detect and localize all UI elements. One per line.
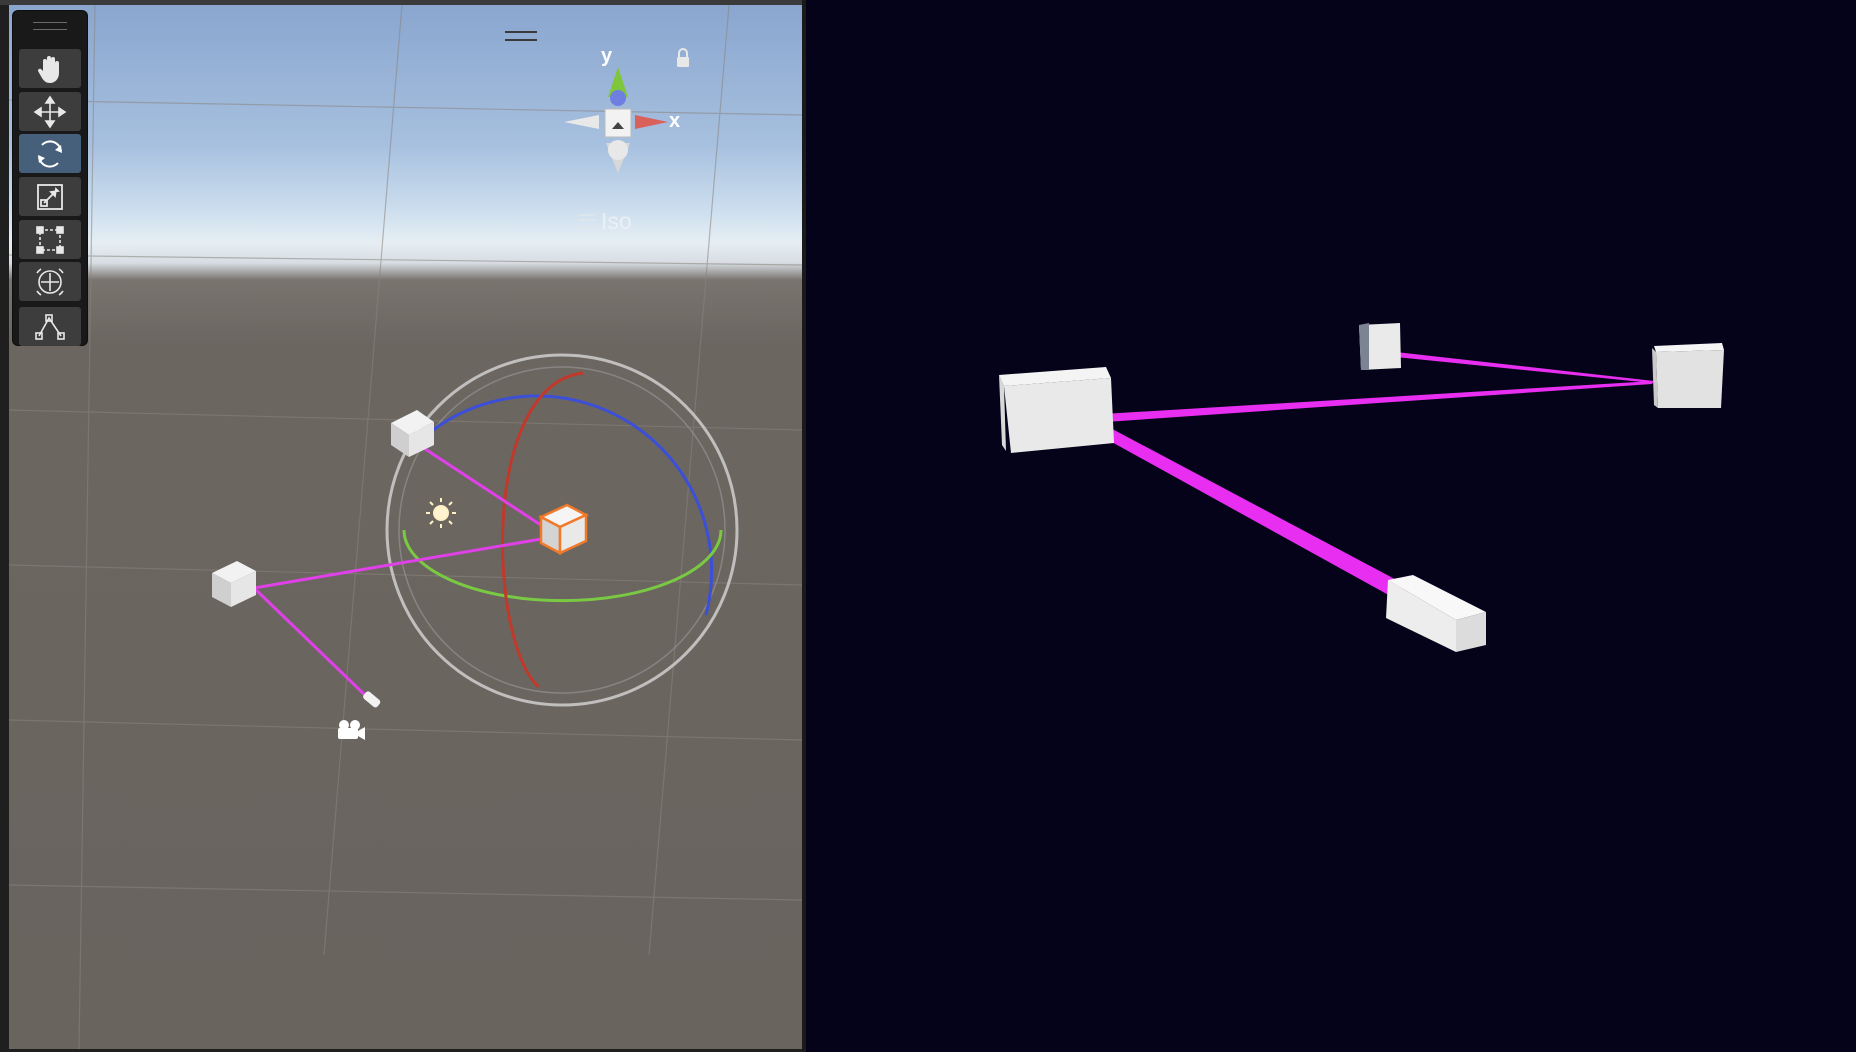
custom-tool-button[interactable] — [19, 307, 81, 346]
game-box-long — [1386, 575, 1486, 652]
axis-x-cone[interactable] — [635, 115, 668, 129]
axis-y-label: y — [601, 45, 613, 67]
game-canvas — [999, 323, 1724, 652]
tool-panel-grip[interactable] — [33, 22, 67, 30]
menu-lines-icon — [579, 214, 595, 229]
orientation-gizmo[interactable] — [564, 67, 668, 173]
transform-tool-button[interactable] — [19, 262, 81, 301]
projection-toggle[interactable]: Iso — [579, 208, 632, 235]
scale-icon — [37, 183, 63, 210]
gizmo-drag-handle[interactable] — [505, 31, 537, 41]
axis-neg-x-cone[interactable] — [564, 115, 599, 129]
hand-tool-button[interactable] — [19, 49, 81, 88]
projection-label: Iso — [601, 208, 632, 234]
game-connection-lines — [1081, 352, 1654, 598]
rotate-tool-button[interactable] — [19, 134, 81, 173]
transform-icon — [36, 267, 64, 296]
game-cube-small — [1359, 323, 1401, 370]
scene-grid — [9, 5, 802, 1049]
path-editor-icon — [35, 313, 65, 340]
rect-transform-icon — [36, 225, 64, 254]
scene-view[interactable]: y x Iso — [9, 5, 802, 1049]
camera-icon[interactable] — [338, 720, 365, 740]
move-arrows-icon — [33, 95, 67, 128]
game-view[interactable] — [806, 0, 1856, 1052]
rotate-icon — [38, 139, 62, 168]
cube-object-selected[interactable] — [538, 503, 589, 556]
hand-icon — [37, 55, 59, 83]
directional-light-icon[interactable] — [426, 498, 456, 528]
axis-x-label: x — [669, 110, 681, 132]
scene-canvas[interactable] — [9, 5, 802, 1049]
move-tool-button[interactable] — [19, 92, 81, 131]
lock-icon[interactable] — [677, 48, 689, 67]
rect-tool-button[interactable] — [19, 220, 81, 259]
cube-object-left[interactable] — [212, 561, 256, 607]
game-cube-right — [1652, 343, 1724, 408]
scale-tool-button[interactable] — [19, 177, 81, 216]
game-cube-large — [999, 367, 1114, 453]
tool-panel — [13, 11, 87, 346]
